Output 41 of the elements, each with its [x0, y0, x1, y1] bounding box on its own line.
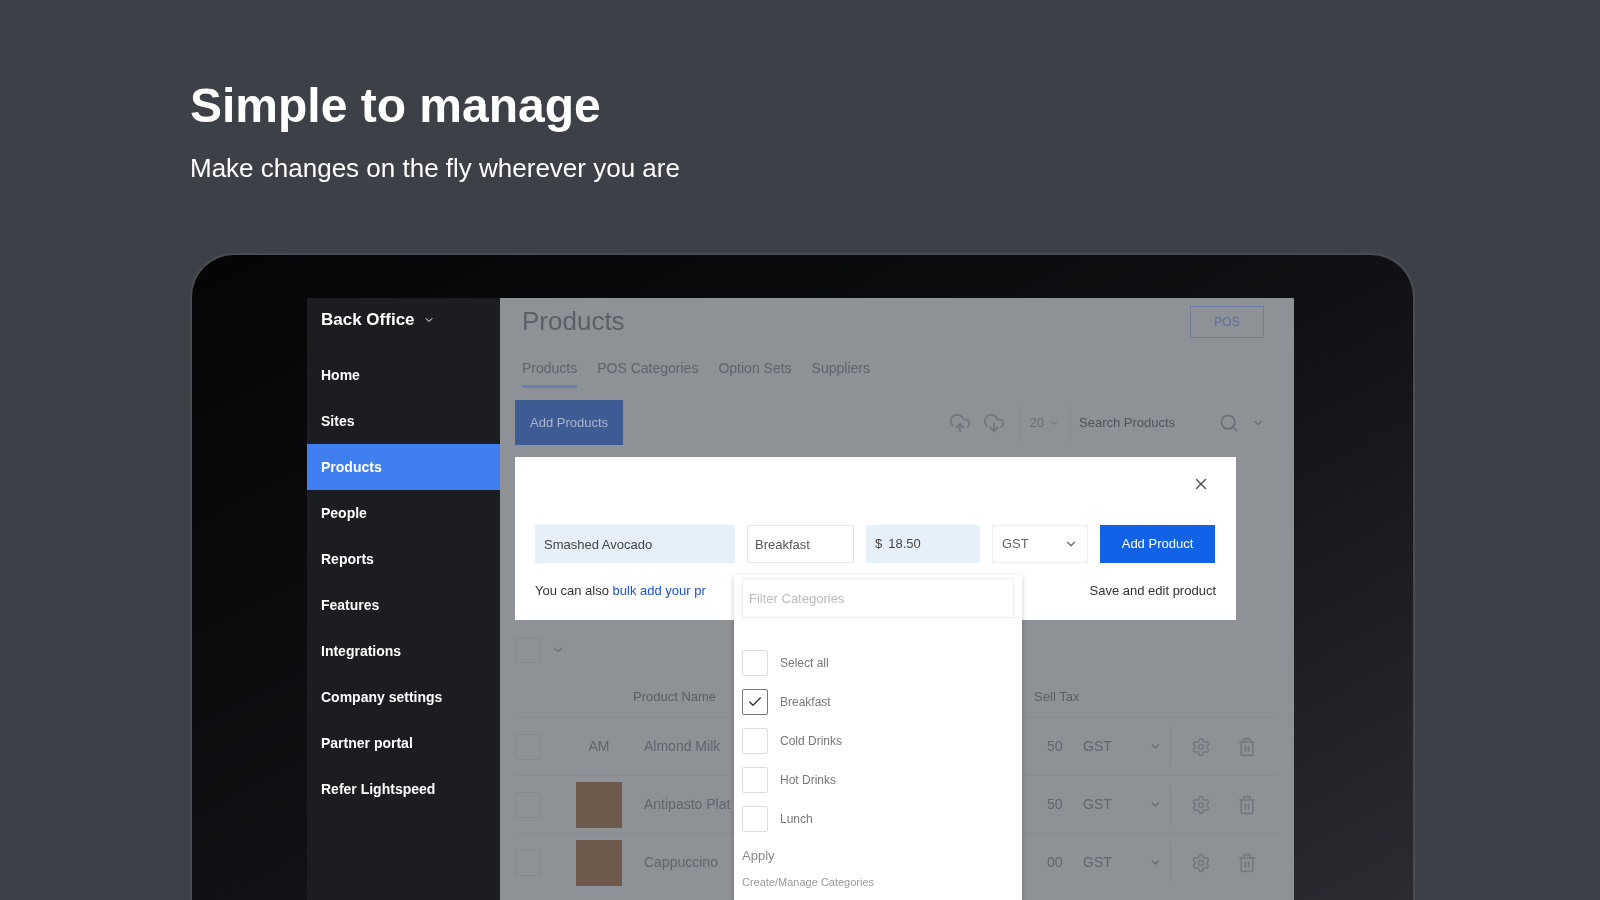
settings-icon[interactable]: [1191, 852, 1211, 873]
download-icon[interactable]: [982, 411, 1005, 434]
sidebar-item[interactable]: People: [307, 490, 500, 536]
hero-subtitle: Make changes on the fly wherever you are: [190, 152, 680, 184]
trash-icon[interactable]: [1237, 852, 1257, 873]
bulk-add-note: You can also bulk add your pr: [535, 582, 706, 600]
category-label: Breakfast: [780, 693, 831, 711]
sidebar-item[interactable]: Integrations: [307, 628, 500, 674]
sidebar-item[interactable]: Home: [307, 352, 500, 398]
sidebar-item[interactable]: Partner portal: [307, 720, 500, 766]
search-field[interactable]: Search Products: [1079, 412, 1219, 433]
filter-field[interactable]: Filter Categories: [742, 578, 1014, 618]
sidebar-item[interactable]: Sites: [307, 398, 500, 444]
category-label: Lunch: [780, 810, 813, 828]
sidebar-item[interactable]: Company settings: [307, 674, 500, 720]
settings-icon[interactable]: [1191, 736, 1211, 757]
category-field[interactable]: Breakfast: [747, 525, 854, 563]
category-label: Cold Drinks: [780, 732, 842, 750]
add-product-button[interactable]: Add Product: [1100, 525, 1215, 563]
tax-select[interactable]: GST: [992, 525, 1088, 563]
trash-icon[interactable]: [1237, 794, 1257, 815]
settings-icon[interactable]: [1191, 794, 1211, 815]
category-label: Select all: [780, 654, 829, 672]
photo-placeholder: [576, 839, 622, 886]
upload-icon[interactable]: [948, 411, 971, 434]
sidebar-item[interactable]: Products: [307, 444, 500, 490]
hero-title: Simple to manage: [190, 78, 601, 134]
save-edit-link[interactable]: Save and edit product: [1089, 581, 1216, 601]
sidebar-item[interactable]: Reports: [307, 536, 500, 582]
back-office-menu[interactable]: Back Office: [307, 298, 500, 342]
photo-placeholder: [576, 781, 622, 828]
search-icon[interactable]: [1219, 412, 1239, 433]
category-label: Hot Drinks: [780, 771, 836, 789]
sidebar-item[interactable]: Refer Lightspeed: [307, 766, 500, 812]
product-name-field[interactable]: Smashed Avocado: [535, 525, 735, 563]
category-checkbox[interactable]: [742, 688, 768, 715]
trash-icon[interactable]: [1237, 736, 1257, 757]
price-field[interactable]: $ 18.50: [866, 525, 980, 563]
bulk-add-link[interactable]: bulk add your pr: [612, 583, 706, 598]
sidebar-item[interactable]: Features: [307, 582, 500, 628]
apply-button[interactable]: Apply: [742, 846, 775, 866]
